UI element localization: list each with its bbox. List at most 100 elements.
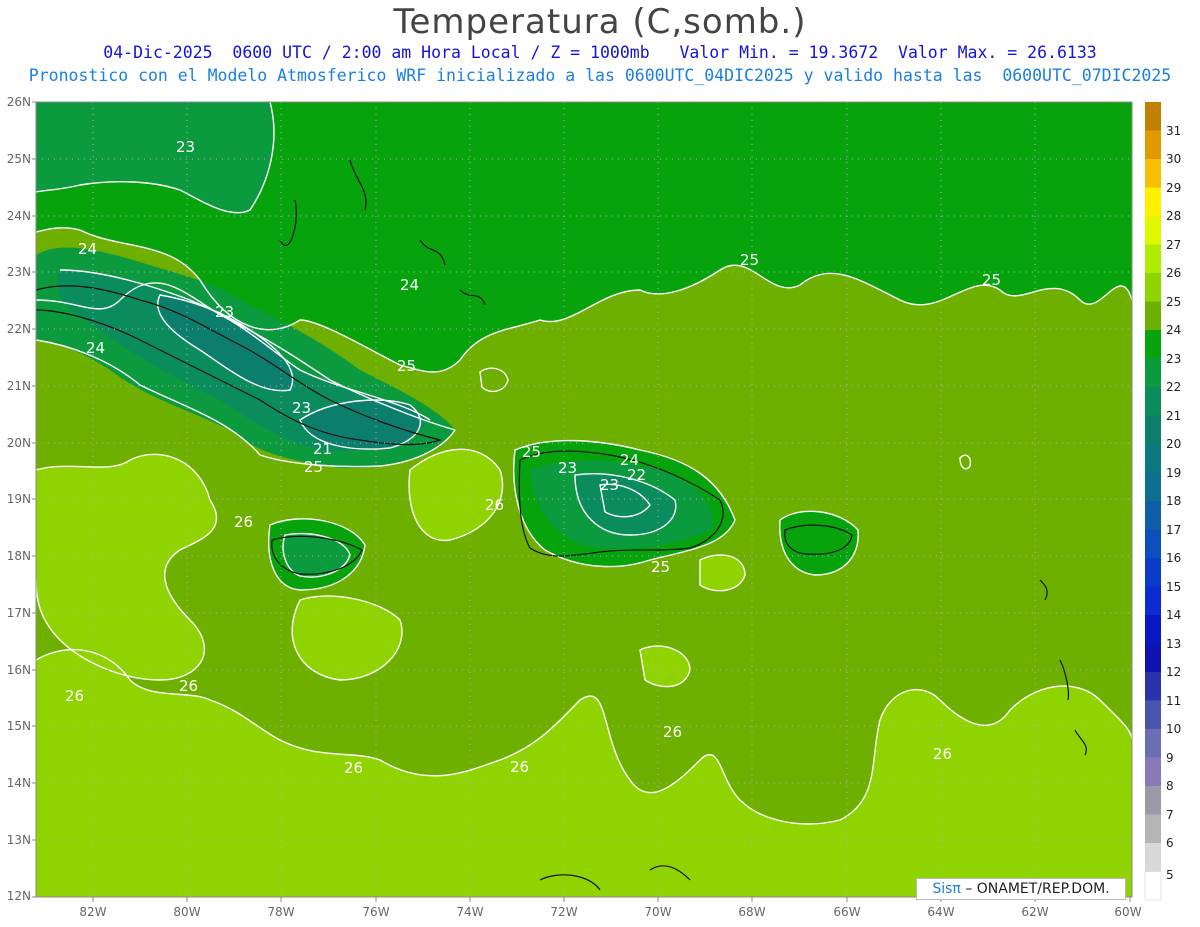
colorbar-labels: 31 30 29 28 27 26 25 24 23 22 21 20 19 1… bbox=[1166, 124, 1181, 882]
lat-label: 18N bbox=[7, 549, 31, 563]
contour-label: 25 bbox=[982, 271, 1001, 289]
contour-label: 23 bbox=[600, 476, 619, 494]
credit-brand: Sisπ bbox=[932, 881, 961, 897]
colorbar-swatch bbox=[1145, 786, 1161, 815]
lon-label: 78W bbox=[267, 905, 294, 919]
colorbar-swatch bbox=[1145, 643, 1161, 672]
lon-label: 80W bbox=[173, 905, 200, 919]
colorbar-label: 27 bbox=[1166, 238, 1181, 252]
colorbar-label: 15 bbox=[1166, 580, 1181, 594]
colorbar-swatch bbox=[1145, 729, 1161, 758]
colorbar-label: 30 bbox=[1166, 152, 1181, 166]
contour-label: 24 bbox=[400, 276, 419, 294]
contour-label: 26 bbox=[65, 687, 84, 705]
lon-label: 74W bbox=[456, 905, 483, 919]
lon-label: 72W bbox=[550, 905, 577, 919]
colorbar-swatch bbox=[1145, 814, 1161, 843]
colorbar-swatch bbox=[1145, 358, 1161, 387]
colorbar-label: 21 bbox=[1166, 409, 1181, 423]
colorbar-swatch bbox=[1145, 415, 1161, 444]
credit-org: – ONAMET/REP.DOM. bbox=[965, 881, 1110, 897]
colorbar-swatch bbox=[1145, 301, 1161, 330]
lon-axis: 82W 80W 78W 76W 74W 72W 70W 68W 66W 64W … bbox=[79, 905, 1141, 919]
colorbar-label: 24 bbox=[1166, 323, 1181, 337]
colorbar-swatch bbox=[1145, 529, 1161, 558]
colorbar-label: 13 bbox=[1166, 637, 1181, 651]
colorbar-label: 16 bbox=[1166, 551, 1181, 565]
colorbar-swatch bbox=[1145, 102, 1161, 131]
lon-label: 82W bbox=[79, 905, 106, 919]
lat-label: 16N bbox=[7, 663, 31, 677]
colorbar-label: 8 bbox=[1166, 779, 1174, 793]
colorbar-label: 23 bbox=[1166, 352, 1181, 366]
lat-label: 20N bbox=[7, 436, 31, 450]
colorbar-swatch bbox=[1145, 387, 1161, 416]
credit-box: Sisπ – ONAMET/REP.DOM. bbox=[916, 878, 1126, 900]
contour-label: 23 bbox=[558, 459, 577, 477]
colorbar-label: 26 bbox=[1166, 266, 1181, 280]
colorbar-label: 17 bbox=[1166, 523, 1181, 537]
lat-label: 22N bbox=[7, 322, 31, 336]
contour-label: 26 bbox=[510, 758, 529, 776]
lon-label: 70W bbox=[644, 905, 671, 919]
colorbar-label: 7 bbox=[1166, 808, 1174, 822]
colorbar-swatch bbox=[1145, 757, 1161, 786]
lat-label: 26N bbox=[7, 95, 31, 109]
lat-label: 12N bbox=[7, 889, 31, 903]
colorbar bbox=[1144, 102, 1162, 901]
contour-label: 26 bbox=[485, 496, 504, 514]
colorbar-label: 11 bbox=[1166, 694, 1181, 708]
contour-label: 23 bbox=[215, 303, 234, 321]
colorbar-label: 14 bbox=[1166, 608, 1181, 622]
colorbar-swatch bbox=[1145, 672, 1161, 701]
contour-label: 26 bbox=[179, 677, 198, 695]
contour-label: 24 bbox=[86, 339, 105, 357]
contour-label: 25 bbox=[651, 558, 670, 576]
colorbar-swatch bbox=[1145, 615, 1161, 644]
contour-label: 24 bbox=[78, 240, 97, 258]
lat-label: 24N bbox=[7, 209, 31, 223]
temperature-field bbox=[36, 102, 1132, 897]
lat-label: 13N bbox=[7, 833, 31, 847]
colorbar-swatch bbox=[1145, 244, 1161, 273]
colorbar-label: 20 bbox=[1166, 437, 1181, 451]
lon-label: 68W bbox=[738, 905, 765, 919]
lat-label: 19N bbox=[7, 492, 31, 506]
colorbar-label: 19 bbox=[1166, 466, 1181, 480]
contour-label: 22 bbox=[627, 466, 646, 484]
contour-label: 21 bbox=[313, 440, 332, 458]
colorbar-swatch bbox=[1145, 700, 1161, 729]
colorbar-swatch bbox=[1145, 130, 1161, 159]
colorbar-swatch bbox=[1145, 159, 1161, 188]
lat-label: 25N bbox=[7, 152, 31, 166]
colorbar-swatch bbox=[1144, 871, 1162, 901]
contour-label: 25 bbox=[397, 357, 416, 375]
contour-label: 26 bbox=[663, 723, 682, 741]
contour-label: 23 bbox=[176, 138, 195, 156]
colorbar-swatch bbox=[1145, 187, 1161, 216]
colorbar-label: 12 bbox=[1166, 665, 1181, 679]
lon-label: 76W bbox=[362, 905, 389, 919]
colorbar-swatch bbox=[1145, 843, 1161, 872]
lon-label: 62W bbox=[1021, 905, 1048, 919]
contour-label: 25 bbox=[304, 458, 323, 476]
contour-label: 25 bbox=[740, 251, 759, 269]
colorbar-label: 29 bbox=[1166, 181, 1181, 195]
lat-label: 21N bbox=[7, 379, 31, 393]
colorbar-swatch bbox=[1145, 472, 1161, 501]
colorbar-swatch bbox=[1145, 216, 1161, 245]
colorbar-swatch bbox=[1145, 273, 1161, 302]
lat-label: 14N bbox=[7, 776, 31, 790]
colorbar-label: 6 bbox=[1166, 836, 1174, 850]
contour-label: 25 bbox=[522, 443, 541, 461]
lat-axis: 26N 25N 24N 23N 22N 21N 20N 19N 18N 17N … bbox=[7, 95, 31, 903]
colorbar-swatch bbox=[1145, 501, 1161, 530]
lat-label: 23N bbox=[7, 265, 31, 279]
colorbar-label: 22 bbox=[1166, 380, 1181, 394]
colorbar-swatch bbox=[1145, 330, 1161, 359]
colorbar-label: 28 bbox=[1166, 209, 1181, 223]
colorbar-label: 5 bbox=[1166, 868, 1174, 882]
colorbar-swatch bbox=[1145, 558, 1161, 587]
lon-label: 60W bbox=[1114, 905, 1141, 919]
colorbar-label: 10 bbox=[1166, 722, 1181, 736]
